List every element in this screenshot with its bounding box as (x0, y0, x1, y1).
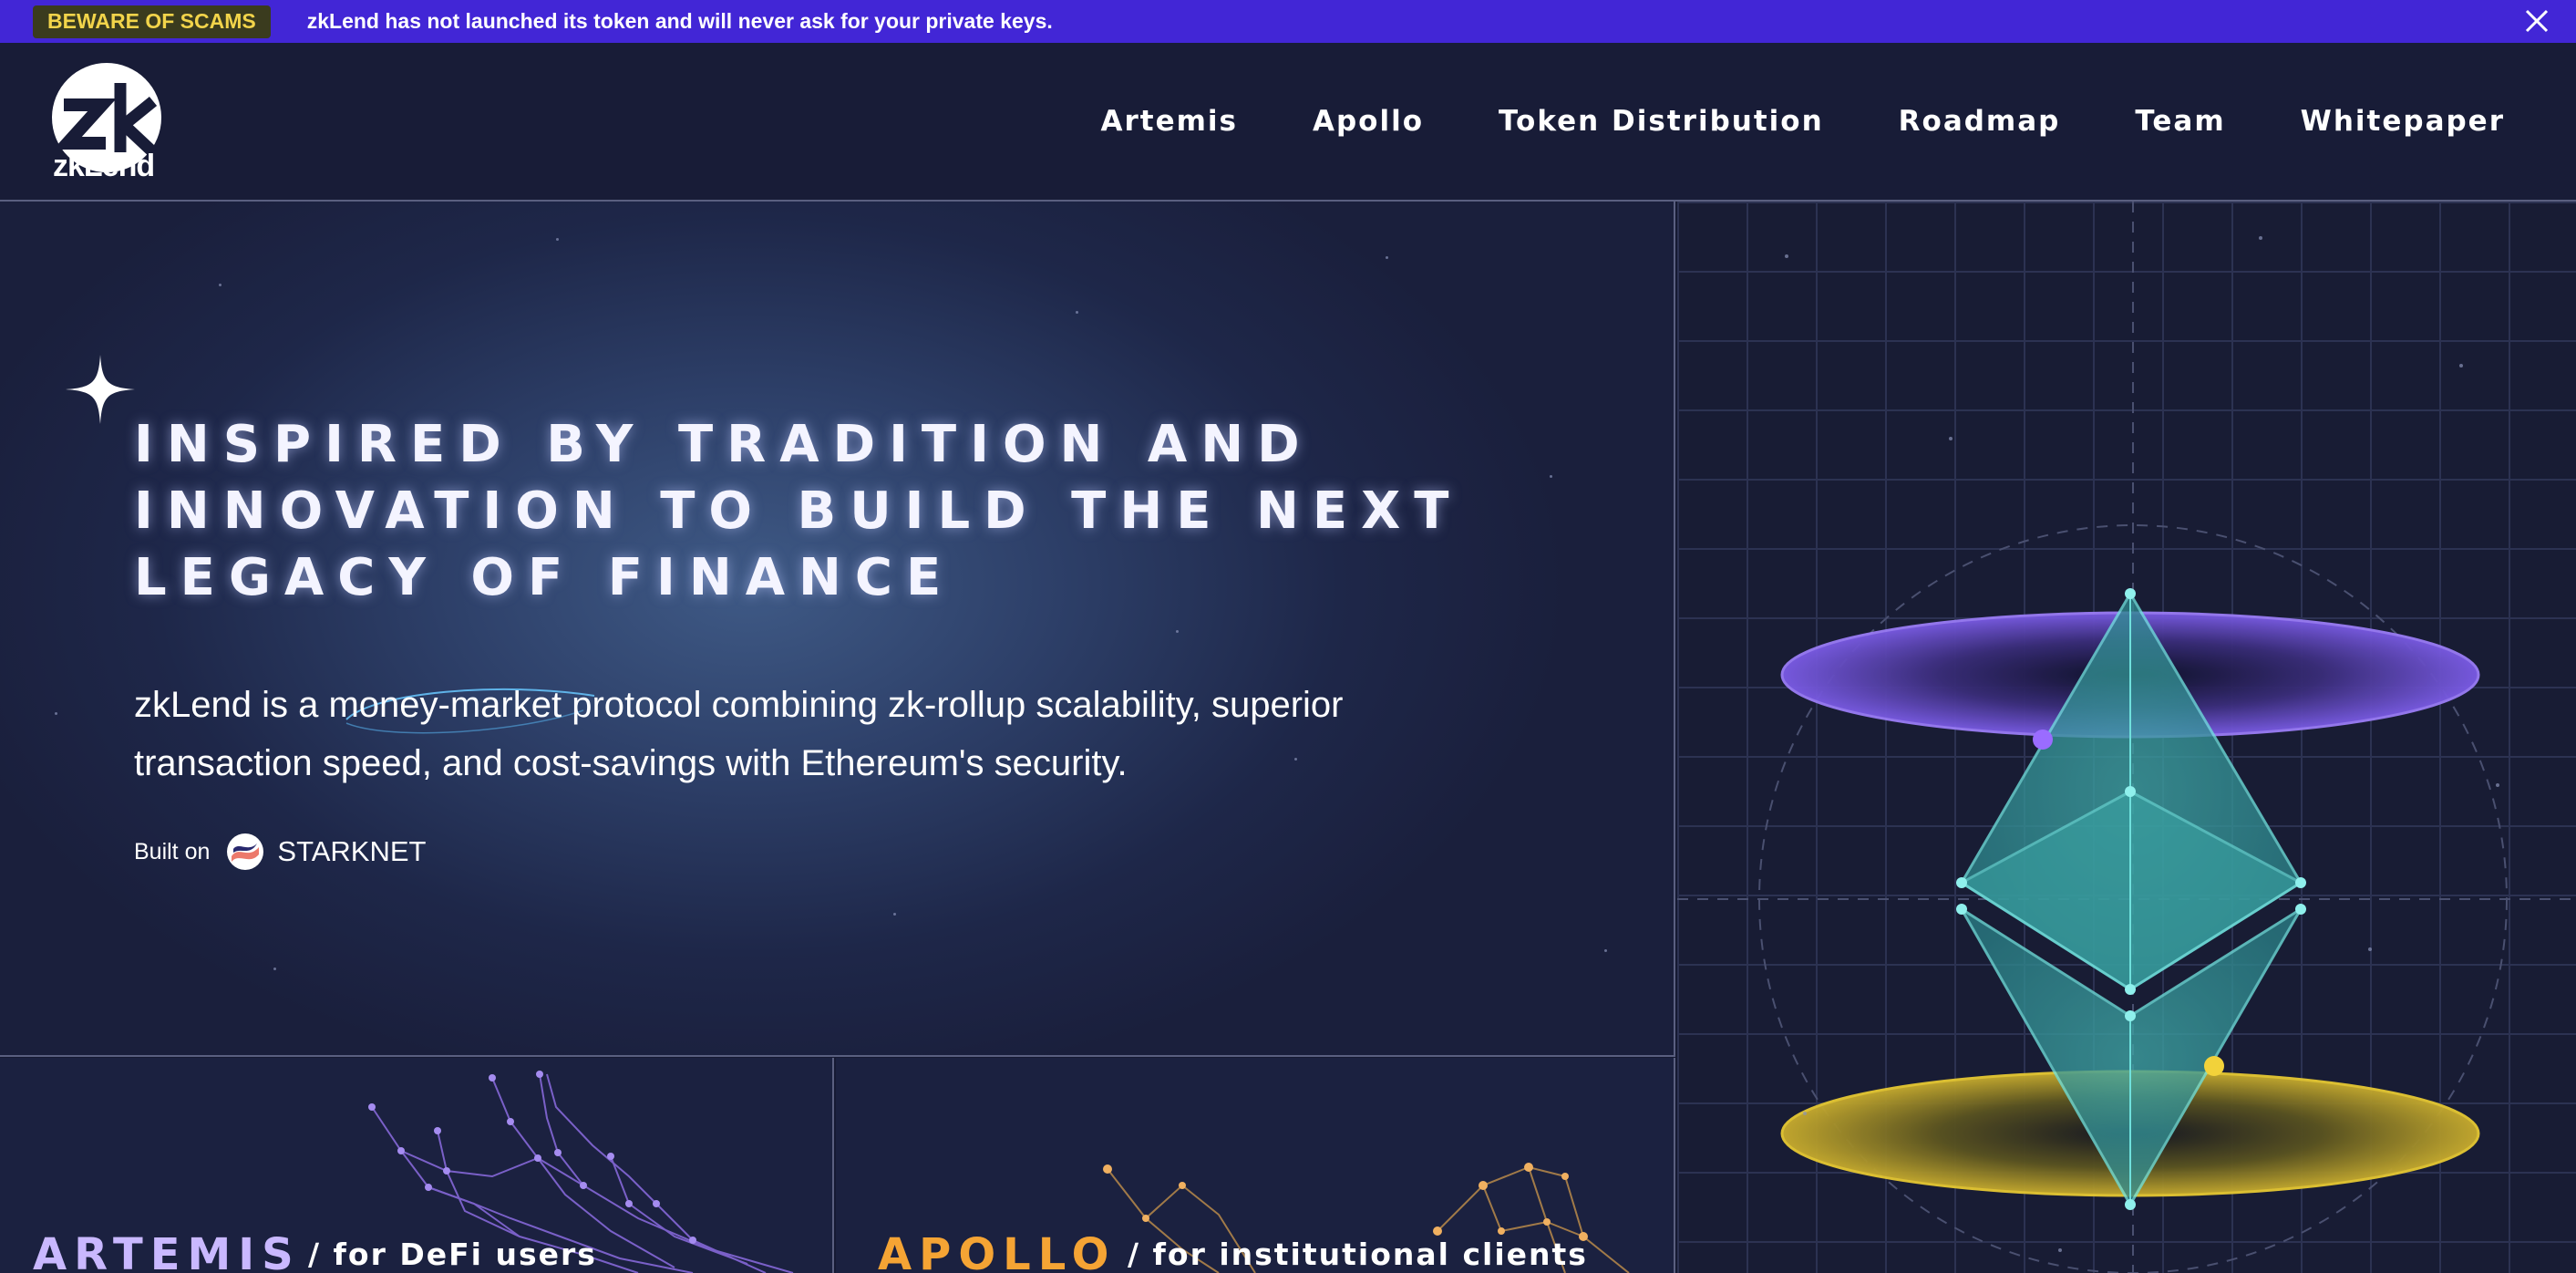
scam-warning-message: zkLend has not launched its token and wi… (306, 9, 1053, 33)
nav-apollo[interactable]: Apollo (1313, 105, 1424, 138)
hero-section: INSPIRED BY TRADITION AND INNOVATION TO … (0, 202, 1675, 1057)
star-dot (556, 238, 559, 241)
artemis-subtitle: / for DeFi users (308, 1237, 597, 1272)
star-dot (893, 913, 896, 916)
sparkle-icon (66, 355, 135, 424)
apollo-title: APOLLO (878, 1229, 1117, 1273)
nav-artemis[interactable]: Artemis (1100, 105, 1238, 138)
ethereum-visual-panel (1677, 202, 2576, 1273)
star-dot (219, 284, 222, 286)
artemis-card[interactable]: ARTEMIS / for DeFi users (0, 1058, 834, 1273)
artemis-title: ARTEMIS (33, 1229, 301, 1273)
star-dot (1176, 630, 1179, 633)
apollo-card[interactable]: APOLLO / for institutional clients (836, 1058, 1675, 1273)
scam-badge: BEWARE OF SCAMS (33, 5, 271, 38)
hero-headline: INSPIRED BY TRADITION AND INNOVATION TO … (134, 411, 1501, 611)
built-on-label: Built on (134, 838, 211, 864)
starknet-wordmark: STARKNET (277, 835, 427, 867)
headline-line: LEGACY OF FINANCE (134, 548, 955, 607)
main-nav: Artemis Apollo Token Distribution Roadma… (1025, 105, 2505, 138)
site-header: zkLend Artemis Apollo Token Distribution… (0, 43, 2576, 202)
headline-line: INNOVATION TO BUILD THE NEXT (134, 481, 1463, 541)
nav-team[interactable]: Team (2135, 105, 2225, 138)
headline-line: INSPIRED BY TRADITION AND (134, 415, 1314, 474)
hero-description: zkLend is a money-market protocol combin… (134, 685, 1344, 783)
star-dot (55, 712, 57, 715)
star-dot (1386, 256, 1388, 259)
apollo-subtitle: / for institutional clients (1128, 1237, 1588, 1272)
star-dot (273, 968, 276, 970)
nav-whitepaper[interactable]: Whitepaper (2301, 105, 2505, 138)
close-icon[interactable] (2521, 5, 2552, 36)
star-dot (1076, 311, 1078, 314)
nav-roadmap[interactable]: Roadmap (1899, 105, 2061, 138)
star-dot (1550, 475, 1552, 478)
starknet-icon (227, 833, 264, 870)
scam-warning-banner: BEWARE OF SCAMS zkLend has not launched … (0, 0, 2576, 43)
logo-wordmark: zkLend (53, 149, 155, 183)
star-dot (1604, 949, 1607, 952)
built-on-starknet[interactable]: Built on STARKNET (134, 833, 426, 871)
ethereum-icon (1677, 202, 2576, 1273)
nav-token-distribution[interactable]: Token Distribution (1499, 105, 1824, 138)
